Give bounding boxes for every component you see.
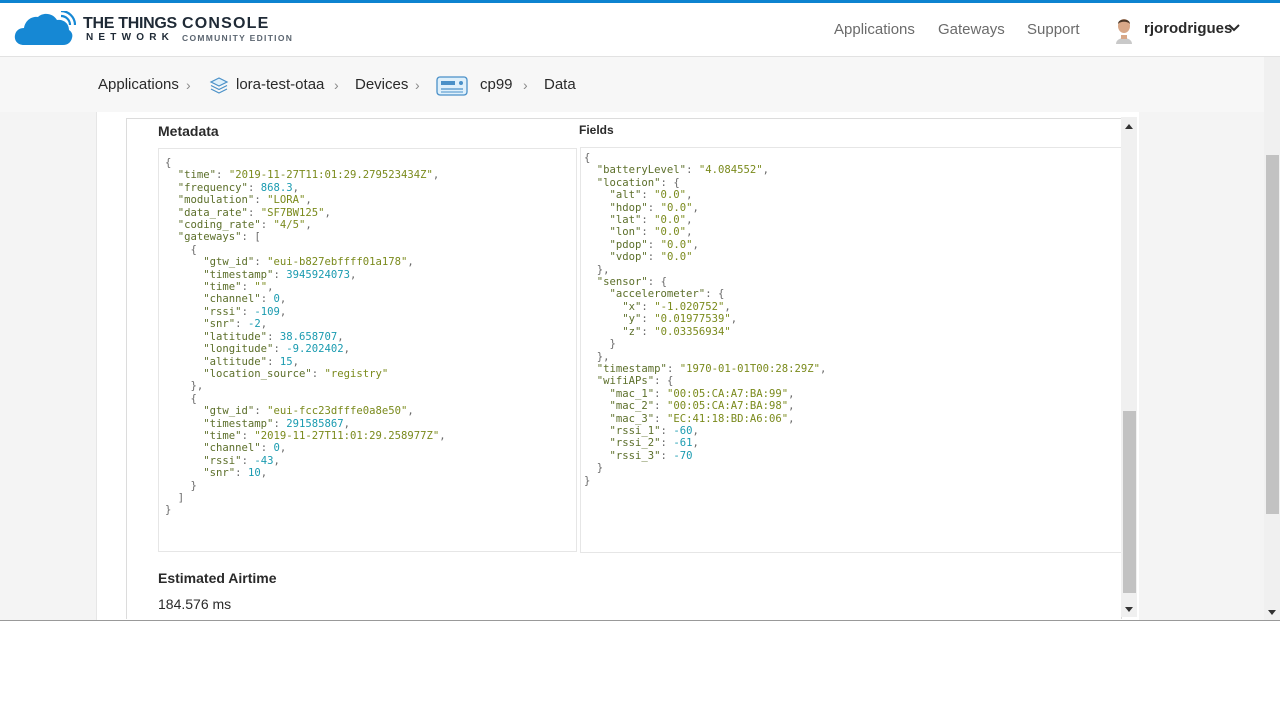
console-title: CONSOLE [182,15,270,32]
scroll-up-arrow-icon[interactable] [1125,124,1133,129]
app-viewport: THE THINGS NETWORK CONSOLE COMMUNITY EDI… [0,0,1280,621]
chevron-down-icon [1228,24,1240,32]
application-layers-icon [209,77,229,94]
page-scrollbar[interactable] [1264,57,1280,620]
page-scrollbar-thumb[interactable] [1266,155,1279,514]
brand-wordmark[interactable]: THE THINGS NETWORK [83,16,177,44]
airtime-title: Estimated Airtime [158,570,277,586]
brand-line1: THE THINGS [83,15,177,32]
metadata-json-viewer[interactable]: { "time": "2019-11-27T11:01:29.279523434… [158,148,577,552]
breadcrumb-devices[interactable]: Devices [355,76,408,93]
breadcrumb: Applications › lora-test-otaa › Devices … [0,57,1264,112]
console-edition: COMMUNITY EDITION [182,33,294,43]
metadata-title: Metadata [158,123,219,139]
app-header: THE THINGS NETWORK CONSOLE COMMUNITY EDI… [0,3,1280,57]
brand-line2: NETWORK [86,32,175,43]
avatar [1113,16,1135,44]
breadcrumb-separator-icon: › [415,77,420,93]
breadcrumb-applications[interactable]: Applications [98,76,179,93]
device-icon [436,76,468,96]
breadcrumb-data: Data [544,76,576,93]
console-wordmark: CONSOLE COMMUNITY EDITION [182,16,293,44]
main-content: Metadata Fields { "time": "2019-11-27T11… [96,112,1139,620]
username: rjorodrigues [1144,20,1233,37]
breadcrumb-separator-icon: › [186,77,191,93]
nav-gateways[interactable]: Gateways [938,21,1005,38]
card-scrollbar-thumb[interactable] [1123,411,1136,593]
fields-json-viewer[interactable]: { "batteryLevel": "4.084552", "location"… [580,147,1121,553]
breadcrumb-separator-icon: › [334,77,339,93]
scroll-down-arrow-icon[interactable] [1125,607,1133,612]
fields-json: { "batteryLevel": "4.084552", "location"… [584,152,827,487]
nav-applications[interactable]: Applications [834,21,915,38]
breadcrumb-application[interactable]: lora-test-otaa [236,76,324,93]
card-scrollbar[interactable] [1121,117,1137,617]
nav-support[interactable]: Support [1027,21,1080,38]
message-detail-card: Metadata Fields { "time": "2019-11-27T11… [126,118,1122,619]
metadata-json: { "time": "2019-11-27T11:01:29.279523434… [165,157,446,517]
airtime-value: 184.576 ms [158,596,232,612]
ttn-cloud-logo-icon[interactable] [14,11,76,47]
fields-title: Fields [579,123,614,137]
page-scroll-down-arrow-icon[interactable] [1268,610,1276,615]
breadcrumb-separator-icon: › [523,77,528,93]
breadcrumb-device[interactable]: cp99 [480,76,513,93]
